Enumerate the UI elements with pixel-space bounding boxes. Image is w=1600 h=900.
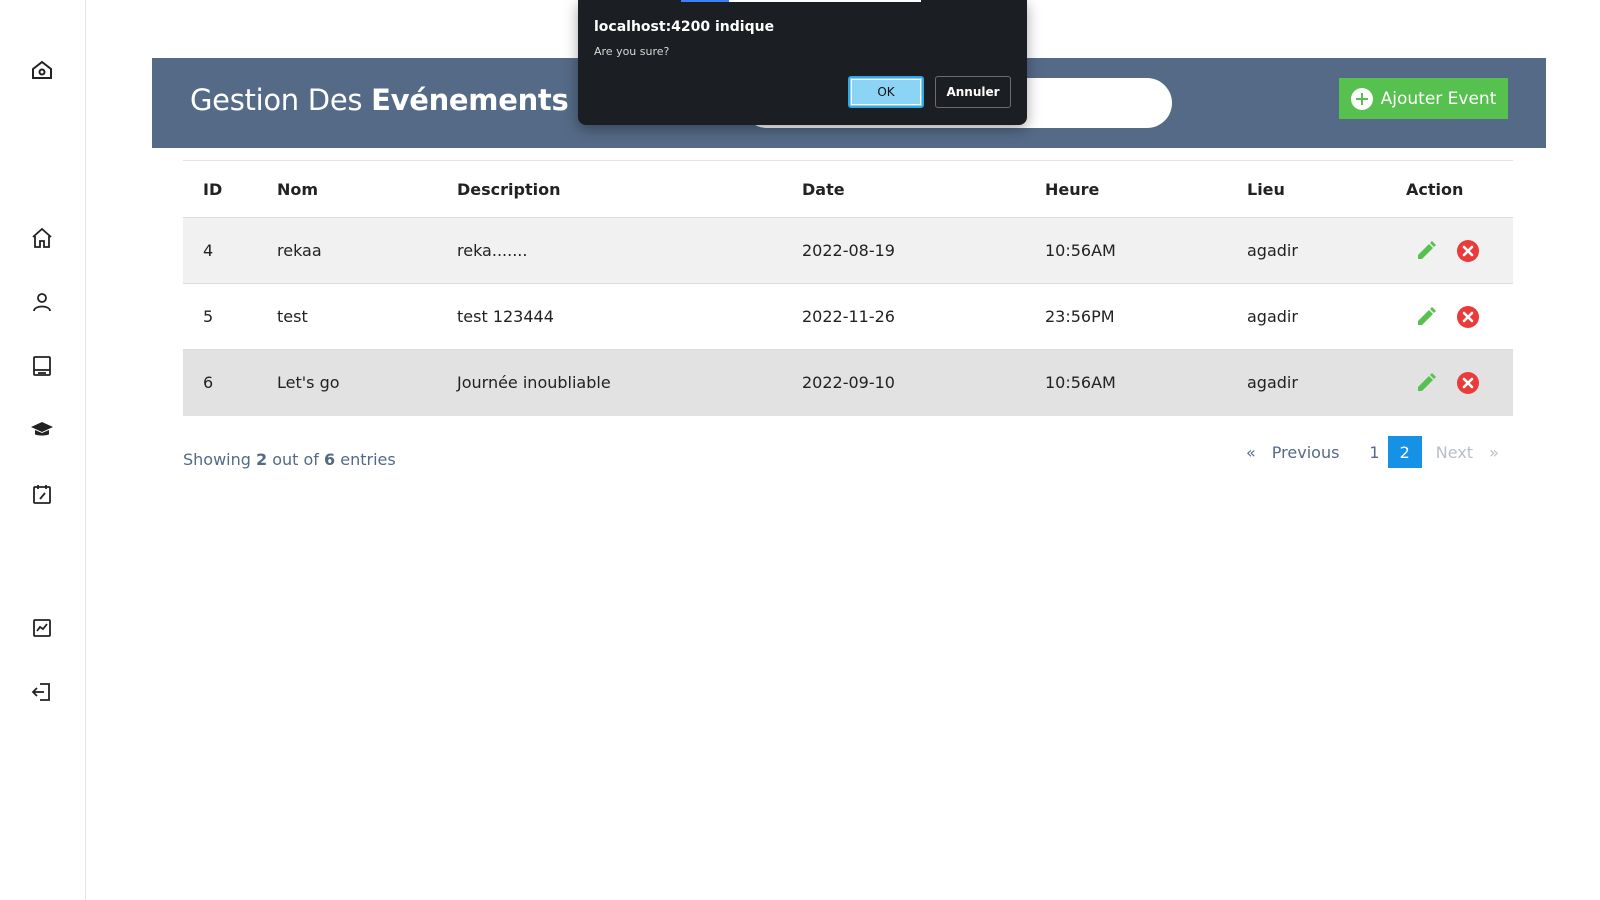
- column-header-id: ID: [203, 179, 223, 199]
- edit-pencil-icon[interactable]: [1414, 239, 1438, 263]
- cell-actions: [1406, 350, 1513, 416]
- table-row: 5 test test 123444 2022-11-26 23:56PM ag…: [183, 283, 1513, 350]
- prev-arrow-icon[interactable]: «: [1238, 436, 1264, 468]
- logout-icon[interactable]: [28, 678, 56, 706]
- page-title-strong: Evénements: [371, 83, 569, 117]
- cell-lieu: agadir: [1247, 241, 1298, 260]
- cell-nom: test: [277, 307, 308, 326]
- next-page-link: Next: [1435, 442, 1474, 462]
- column-header-date: Date: [802, 179, 845, 199]
- cell-date: 2022-08-19: [802, 241, 895, 260]
- page-1-link[interactable]: 1: [1361, 436, 1387, 468]
- cell-description: Journée inoubliable: [457, 373, 611, 393]
- add-event-label: Ajouter Event: [1380, 88, 1497, 109]
- delete-x-circle-icon[interactable]: [1456, 371, 1480, 395]
- cancel-button[interactable]: Annuler: [935, 76, 1011, 108]
- cell-id: 6: [203, 373, 214, 393]
- summary-total: 6: [324, 450, 336, 469]
- summary-count: 2: [256, 450, 268, 469]
- page-title-prefix: Gestion Des: [190, 83, 372, 117]
- table-row: 6 Let's go Journée inoubliable 2022-09-1…: [183, 349, 1513, 416]
- edit-pencil-icon[interactable]: [1414, 305, 1438, 329]
- plus-circle-icon: [1350, 87, 1373, 110]
- previous-page-link[interactable]: Previous: [1264, 436, 1348, 468]
- cell-actions: [1406, 218, 1513, 284]
- chart-icon[interactable]: [28, 614, 56, 642]
- confirm-dialog: localhost:4200 indique Are you sure? OK …: [578, 0, 1027, 125]
- cell-date: 2022-09-10: [802, 373, 895, 393]
- pagination: « Previous 1 2 Next »: [1238, 436, 1507, 468]
- calendar-icon[interactable]: [28, 480, 56, 508]
- summary-suffix: entries: [335, 450, 396, 469]
- home-icon[interactable]: [28, 224, 56, 252]
- summary-middle: out of: [267, 450, 325, 469]
- delete-x-circle-icon[interactable]: [1456, 305, 1480, 329]
- cell-heure: 10:56AM: [1045, 373, 1116, 393]
- cell-heure: 23:56PM: [1045, 307, 1115, 326]
- ok-button[interactable]: OK: [848, 76, 924, 108]
- page-2-link[interactable]: 2: [1387, 436, 1422, 468]
- cell-date: 2022-11-26: [802, 307, 895, 326]
- dialog-message: Are you sure?: [594, 45, 670, 58]
- edit-pencil-icon[interactable]: [1414, 371, 1438, 395]
- column-header-heure: Heure: [1045, 179, 1100, 199]
- graduation-cap-icon[interactable]: [28, 416, 56, 444]
- column-header-nom: Nom: [277, 179, 319, 199]
- book-icon[interactable]: [28, 352, 56, 380]
- table-header-row: ID Nom Description Date Heure Lieu Actio…: [183, 160, 1513, 218]
- entries-summary: Showing 2 out of 6 entries: [183, 450, 396, 469]
- cell-description: test 123444: [457, 307, 554, 326]
- column-header-lieu: Lieu: [1247, 179, 1285, 199]
- sidebar: [0, 0, 86, 900]
- user-icon[interactable]: [28, 288, 56, 316]
- cell-id: 4: [203, 241, 214, 260]
- cell-nom: rekaa: [277, 241, 322, 260]
- cell-heure: 10:56AM: [1045, 241, 1116, 260]
- page-title: Gestion Des Evénements: [190, 83, 569, 117]
- table-row: 4 rekaa reka....... 2022-08-19 10:56AM a…: [183, 217, 1513, 284]
- cell-description: reka.......: [457, 241, 528, 260]
- cell-nom: Let's go: [277, 373, 340, 393]
- column-header-action: Action: [1406, 179, 1464, 199]
- next-arrow-icon: »: [1489, 442, 1499, 462]
- cell-lieu: agadir: [1247, 307, 1298, 326]
- cell-lieu: agadir: [1247, 373, 1298, 393]
- dialog-tab-indicator: [681, 0, 921, 2]
- dialog-title: localhost:4200 indique: [594, 19, 775, 35]
- column-header-description: Description: [457, 179, 561, 199]
- house-gear-icon[interactable]: [28, 56, 56, 84]
- delete-x-circle-icon[interactable]: [1456, 239, 1480, 263]
- summary-prefix: Showing: [183, 450, 256, 469]
- events-table: ID Nom Description Date Heure Lieu Actio…: [183, 160, 1513, 416]
- cell-id: 5: [203, 307, 214, 326]
- add-event-button[interactable]: Ajouter Event: [1339, 78, 1508, 119]
- cell-actions: [1406, 284, 1513, 350]
